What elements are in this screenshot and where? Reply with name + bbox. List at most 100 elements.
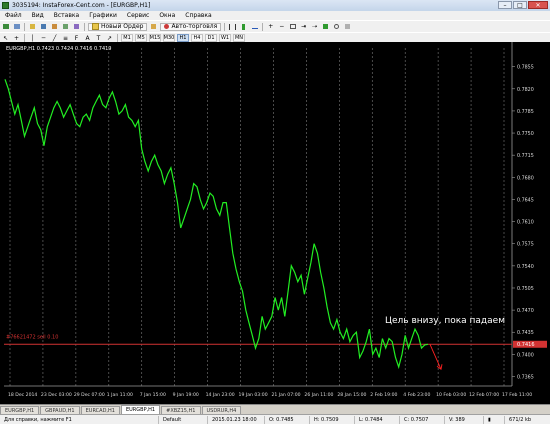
status-low: L: 0.7484 [355, 415, 400, 424]
price-tick-label: 0.7575 [517, 242, 534, 248]
tf-w1[interactable]: W1 [219, 34, 231, 42]
menu-insert[interactable]: Вставка [49, 12, 84, 19]
minimize-button[interactable]: – [498, 1, 512, 9]
maximize-button[interactable]: □ [513, 1, 527, 9]
time-tick-label: 9 Jan 19:00 [173, 392, 199, 398]
price-tick-label: 0.7540 [517, 264, 534, 270]
tf-m5[interactable]: M5 [135, 34, 147, 42]
separator [84, 22, 85, 31]
status-time: 2015.01.23 18:00 [208, 415, 265, 424]
close-button[interactable]: ✕ [528, 1, 548, 9]
status-profile: Default [159, 415, 208, 424]
chart-window[interactable]: 0.7855 0.7820 0.7785 0.7750 0.7715 0.7680 0.76… [0, 42, 550, 404]
market-watch-icon[interactable] [28, 23, 37, 31]
menu-charts[interactable]: Графики [84, 12, 122, 19]
indicators-icon[interactable] [321, 23, 330, 31]
status-help: Для справки, нажмите F1 [0, 415, 159, 424]
meta-editor-icon[interactable] [149, 23, 158, 31]
current-price-label: 0.7416 [517, 342, 535, 348]
time-tick-label: 2 Feb 19:00 [370, 392, 397, 398]
price-tick-label: 0.7365 [517, 375, 534, 381]
text-label-icon[interactable]: T [94, 34, 103, 42]
status-open: O: 0.7485 [265, 415, 310, 424]
separator [224, 22, 226, 31]
auto-trading-icon [164, 24, 170, 29]
tf-m1[interactable]: M1 [121, 34, 133, 42]
price-chart[interactable]: 0.7855 0.7820 0.7785 0.7750 0.7715 0.7680 0.76… [0, 42, 550, 404]
time-tick-label: 1 Jan 11:00 [107, 392, 133, 398]
status-close: C: 0.7507 [400, 415, 445, 424]
equidistant-channel-icon[interactable]: ≡ [61, 34, 70, 42]
time-tick-label: 29 Dec 07:00 [74, 392, 105, 398]
tile-windows-icon[interactable] [288, 23, 297, 31]
price-tick-label: 0.7645 [517, 197, 534, 203]
profiles-icon[interactable] [12, 23, 21, 31]
tf-h1[interactable]: H1 [177, 34, 189, 42]
auto-trading-button[interactable]: Авто-торговля [160, 22, 222, 31]
chart-header: EURGBP,H1 0.7423 0.7424 0.7416 0.7419 [6, 46, 111, 52]
tf-h4[interactable]: H4 [191, 34, 203, 42]
auto-trading-label: Авто-торговля [171, 23, 218, 30]
horizontal-line-icon[interactable]: ─ [39, 34, 48, 42]
time-tick-label: 10 Feb 03:00 [436, 392, 466, 398]
target-arrow [429, 344, 443, 371]
zoom-out-icon[interactable]: − [277, 23, 286, 31]
price-axis: 0.7855 0.7820 0.7785 0.7750 0.7715 0.7680 0.76… [512, 65, 534, 381]
separator [24, 34, 25, 42]
tf-m30[interactable]: M30 [163, 34, 175, 42]
text-tool-icon[interactable]: A [83, 34, 92, 42]
tf-mn[interactable]: MN [233, 34, 245, 42]
price-tick-label: 0.7680 [517, 175, 534, 181]
templates-icon[interactable] [343, 23, 352, 31]
terminal-icon[interactable] [61, 23, 70, 31]
time-tick-label: 21 Jan 07:00 [271, 392, 300, 398]
price-tick-label: 0.7610 [517, 220, 534, 226]
tester-icon[interactable] [72, 23, 81, 31]
app-icon [2, 2, 9, 9]
menu-file[interactable]: Файл [0, 12, 27, 19]
status-high: H: 0.7509 [310, 415, 355, 424]
data-window-icon[interactable] [39, 23, 48, 31]
bar-chart-icon[interactable] [228, 23, 237, 31]
time-tick-label: 17 Feb 11:00 [502, 392, 532, 398]
terminal-window: 3035194: InstaForex-Cent.com - [EURGBP,H… [0, 0, 550, 424]
chart-shift-icon[interactable]: ⇥ [299, 23, 308, 31]
menu-view[interactable]: Вид [27, 12, 49, 19]
vertical-line-icon[interactable]: │ [28, 34, 37, 42]
zoom-in-icon[interactable]: + [266, 23, 275, 31]
autoscroll-icon[interactable]: ⇢ [310, 23, 319, 31]
navigator-icon[interactable] [50, 23, 59, 31]
line-chart-icon[interactable] [250, 23, 259, 31]
window-controls: – □ ✕ [498, 1, 548, 9]
new-order-button[interactable]: Новый Ордер [88, 22, 148, 31]
fibonacci-icon[interactable]: F [72, 34, 81, 42]
trendline-icon[interactable]: ╱ [50, 34, 59, 42]
status-traffic: 671/2 kb [509, 416, 532, 423]
price-tick-label: 0.7435 [517, 330, 534, 336]
candlestick-icon[interactable] [239, 23, 248, 31]
tf-m15[interactable]: M15 [149, 34, 161, 42]
chart-grid [4, 42, 513, 387]
tf-d1[interactable]: D1 [205, 34, 217, 42]
separator [262, 22, 264, 31]
time-tick-label: 14 Jan 23:00 [206, 392, 235, 398]
price-series-line [4, 79, 429, 370]
new-chart-icon[interactable] [1, 23, 10, 31]
crosshair-icon[interactable]: + [12, 34, 21, 42]
menu-window[interactable]: Окна [154, 12, 180, 19]
time-tick-label: 12 Feb 07:00 [469, 392, 499, 398]
time-tick-label: 18 Dec 2014 [8, 392, 37, 398]
menu-tools[interactable]: Сервис [122, 12, 154, 19]
arrow-tool-icon[interactable]: ↗ [105, 34, 114, 42]
menu-bar: Файл Вид Вставка Графики Сервис Окна Спр… [0, 11, 550, 20]
price-tick-label: 0.7470 [517, 308, 534, 314]
cursor-icon[interactable]: ↖ [1, 34, 10, 42]
status-volume: V: 389 [445, 415, 484, 424]
target-arrow-shaft [429, 344, 442, 370]
price-tick-label: 0.7505 [517, 286, 534, 292]
time-tick-label: 26 Jan 11:00 [304, 392, 333, 398]
menu-help[interactable]: Справка [180, 12, 216, 19]
price-tick-label: 0.7400 [517, 352, 534, 358]
periods-icon[interactable] [332, 23, 341, 31]
chart-annotation: Цель внизу, пока падаем [385, 316, 505, 326]
